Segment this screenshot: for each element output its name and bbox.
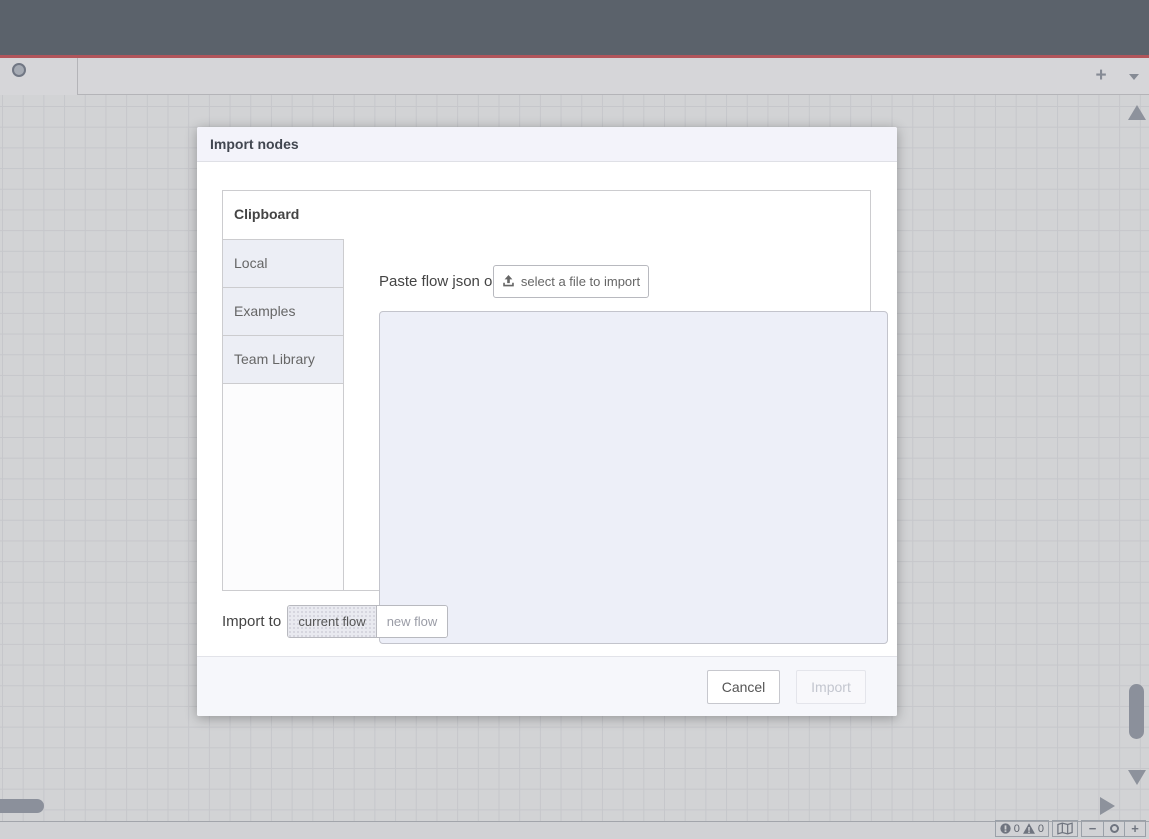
- tab-clipboard[interactable]: Clipboard: [223, 191, 344, 239]
- scroll-right-arrow-icon[interactable]: [1100, 797, 1115, 815]
- status-bar: [0, 821, 1149, 839]
- select-file-button[interactable]: select a file to import: [493, 265, 649, 298]
- paste-prompt-label: Paste flow json or: [379, 273, 497, 290]
- zoom-controls: − +: [1081, 820, 1146, 837]
- dialog-title: Import nodes: [197, 127, 897, 162]
- import-to-label: Import to: [222, 613, 281, 630]
- tab-local[interactable]: Local: [223, 239, 344, 287]
- error-circle-icon: [1000, 823, 1011, 834]
- caret-down-icon: [1129, 74, 1139, 80]
- vertical-scrollbar-thumb[interactable]: [1129, 684, 1144, 739]
- flow-tabbar: +: [0, 58, 1149, 95]
- map-icon: [1057, 822, 1073, 835]
- tab-examples[interactable]: Examples: [223, 287, 344, 335]
- zoom-reset-button[interactable]: [1103, 821, 1124, 836]
- import-source-tabs: Clipboard Local Examples Team Library: [223, 191, 344, 590]
- cancel-button[interactable]: Cancel: [707, 670, 780, 704]
- zoom-in-button[interactable]: +: [1124, 821, 1145, 836]
- tab-team-library[interactable]: Team Library: [223, 335, 344, 383]
- add-flow-button[interactable]: +: [1090, 58, 1112, 94]
- import-to-current-flow-button[interactable]: current flow: [288, 606, 376, 637]
- side-tabs-filler: [223, 383, 344, 590]
- notifications-counter[interactable]: 0 0: [995, 820, 1049, 837]
- import-to-new-flow-button[interactable]: new flow: [376, 606, 447, 637]
- warning-triangle-icon: [1023, 823, 1035, 834]
- scroll-down-arrow-icon[interactable]: [1128, 770, 1146, 785]
- import-nodes-dialog: Import nodes Clipboard Local Examples Te…: [197, 127, 897, 716]
- upload-icon: [502, 275, 515, 288]
- status-bar-controls: 0 0 − +: [995, 820, 1146, 837]
- scroll-up-arrow-icon[interactable]: [1128, 105, 1146, 120]
- zoom-out-button[interactable]: −: [1082, 821, 1103, 836]
- flow-json-textarea[interactable]: [379, 311, 888, 644]
- select-file-button-label: select a file to import: [521, 274, 640, 289]
- warning-count: 0: [1038, 823, 1044, 835]
- error-count: 0: [1014, 823, 1020, 835]
- import-button[interactable]: Import: [796, 670, 866, 704]
- import-content-box: Clipboard Local Examples Team Library Pa…: [222, 190, 871, 591]
- import-to-toggle-group: current flow new flow: [287, 605, 448, 638]
- circle-outline-icon: [1110, 824, 1119, 833]
- app-header: [0, 0, 1149, 58]
- navigator-toggle-button[interactable]: [1052, 820, 1078, 837]
- flow-status-circle-icon: [12, 63, 26, 77]
- tab-list-menu-button[interactable]: [1126, 58, 1142, 94]
- dialog-footer: Cancel Import: [197, 656, 897, 716]
- horizontal-scrollbar-thumb[interactable]: [0, 799, 44, 813]
- flow-tab[interactable]: [0, 58, 78, 95]
